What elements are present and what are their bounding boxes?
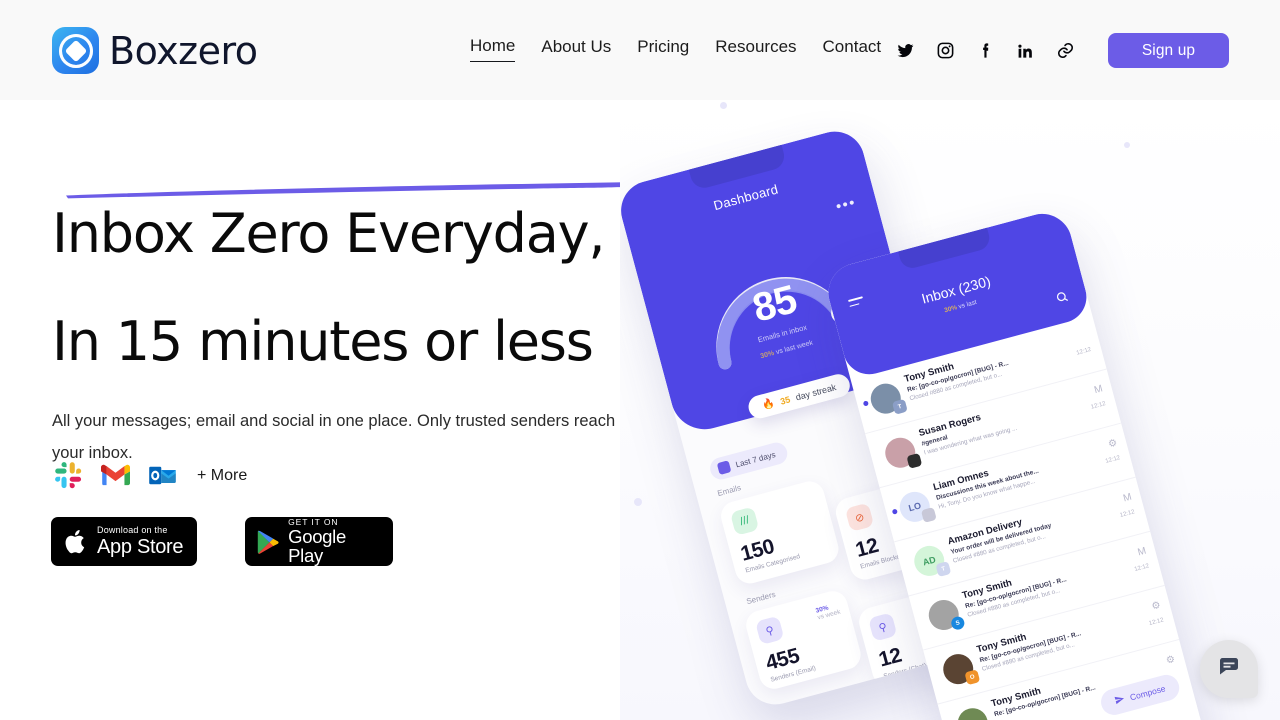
gear-icon: ⚙ bbox=[1164, 653, 1177, 667]
date-range-chip[interactable]: Last 7 days bbox=[707, 440, 790, 482]
section-label-emails: Emails bbox=[716, 483, 742, 499]
more-horizontal-icon[interactable]: ••• bbox=[834, 194, 858, 216]
avatar-badge bbox=[920, 507, 937, 523]
inbox-title: Inbox (230) bbox=[919, 272, 993, 307]
stat-card-emails-categorised: /// 150 Emails Categorised bbox=[717, 478, 842, 587]
gear-icon: ⚙ bbox=[1150, 599, 1162, 613]
app-store-button[interactable]: Download on the App Store bbox=[51, 517, 197, 566]
decor-dot bbox=[1124, 142, 1130, 148]
streak-count: 35 bbox=[779, 393, 792, 407]
user-add-icon: ⚲ bbox=[868, 612, 898, 642]
inbox-trend-pct: 30% bbox=[943, 304, 958, 315]
gear-icon: ⚙ bbox=[1106, 437, 1119, 451]
google-play-big-label: Google Play bbox=[288, 526, 346, 566]
inbox-trend-label: vs last bbox=[957, 298, 978, 311]
gmail-icon: M bbox=[1093, 383, 1105, 397]
boxzero-aperture-logo-icon bbox=[52, 27, 99, 74]
gmail-icon bbox=[101, 461, 130, 490]
app-store-badges: Download on the App Store GET IT ON Goog… bbox=[51, 517, 393, 566]
chat-widget-button[interactable] bbox=[1200, 640, 1258, 698]
block-icon: ⊘ bbox=[844, 502, 875, 532]
more-integrations-label[interactable]: + More bbox=[197, 467, 247, 485]
headline-underline-swoosh bbox=[66, 182, 638, 199]
apple-icon bbox=[65, 529, 85, 553]
google-play-small-label: GET IT ON bbox=[288, 516, 339, 527]
avatar-badge: O bbox=[964, 669, 981, 686]
calendar-icon bbox=[716, 460, 732, 475]
avatar-badge: T bbox=[891, 398, 908, 415]
stat-trend: 30% vs week bbox=[815, 602, 841, 622]
avatar-badge bbox=[906, 452, 923, 469]
day-streak-pill: 🔥 35 day streak bbox=[745, 371, 853, 421]
flame-icon: 🔥 bbox=[761, 397, 776, 412]
app-store-small-label: Download on the bbox=[97, 525, 168, 535]
google-play-icon bbox=[257, 530, 279, 554]
link-icon[interactable] bbox=[1053, 38, 1077, 62]
nav-item-resources[interactable]: Resources bbox=[715, 37, 796, 62]
google-play-button[interactable]: GET IT ON Google Play bbox=[245, 517, 393, 566]
main-nav: Home About Us Pricing Resources Contact bbox=[470, 36, 881, 62]
stat-card-senders-email: ⚲ 455 Senders (Email) 30% vs week bbox=[742, 587, 864, 693]
headline-line-2: In 15 minutes or less bbox=[52, 310, 594, 373]
avatar-badge: T bbox=[935, 561, 952, 578]
nav-item-about-us[interactable]: About Us bbox=[541, 37, 611, 62]
nav-item-pricing[interactable]: Pricing bbox=[637, 37, 689, 62]
site-header: Boxzero Home About Us Pricing Resources … bbox=[0, 0, 1280, 100]
linkedin-icon[interactable] bbox=[1013, 38, 1037, 62]
unread-dot bbox=[862, 400, 869, 407]
chat-bubble-icon bbox=[1217, 655, 1241, 684]
hero-copy: Inbox Zero Everyday, In 15 minutes or le… bbox=[52, 180, 712, 396]
gmail-icon: M bbox=[1136, 545, 1148, 559]
hero-subtitle: All your messages; email and social in o… bbox=[52, 412, 616, 462]
avatar bbox=[954, 704, 992, 720]
avatar-badge: S bbox=[949, 615, 966, 632]
unread-dot bbox=[891, 508, 898, 515]
streak-label: day streak bbox=[794, 381, 838, 403]
social-links bbox=[893, 38, 1077, 62]
decor-dot bbox=[634, 498, 642, 506]
section-label-senders: Senders bbox=[745, 589, 777, 607]
facebook-icon[interactable] bbox=[973, 38, 997, 62]
gmail-icon: M bbox=[1122, 491, 1134, 505]
nav-item-contact[interactable]: Contact bbox=[823, 37, 882, 62]
brand-logo[interactable]: Boxzero bbox=[52, 27, 258, 74]
sign-up-button[interactable]: Sign up bbox=[1108, 33, 1229, 68]
date-range-label: Last 7 days bbox=[734, 449, 777, 469]
bars-icon: /// bbox=[729, 506, 760, 536]
slack-icon bbox=[54, 461, 83, 490]
app-store-big-label: App Store bbox=[97, 536, 184, 558]
search-icon[interactable] bbox=[1054, 289, 1071, 308]
twitter-icon[interactable] bbox=[893, 38, 917, 62]
decor-dot bbox=[720, 102, 727, 109]
integration-icons: + More bbox=[54, 461, 247, 490]
phone-notch bbox=[898, 227, 993, 271]
user-add-icon: ⚲ bbox=[755, 615, 785, 646]
compose-label: Compose bbox=[1128, 683, 1167, 703]
nav-item-home[interactable]: Home bbox=[470, 36, 516, 62]
instagram-icon[interactable] bbox=[933, 38, 957, 62]
hero-app-mockup: Dashboard ••• 85 Emails in inbox 30% vs … bbox=[620, 100, 1280, 720]
outlook-icon bbox=[148, 461, 177, 490]
brand-name: Boxzero bbox=[109, 28, 258, 73]
send-icon bbox=[1113, 693, 1126, 707]
